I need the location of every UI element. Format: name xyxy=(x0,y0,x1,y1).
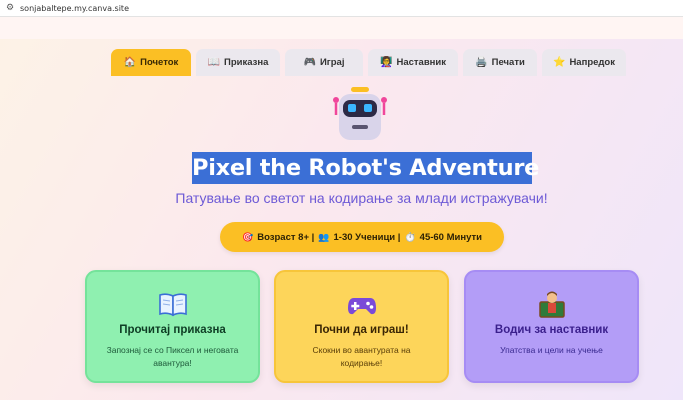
open-book-icon xyxy=(158,293,187,317)
tab-label: Почеток xyxy=(140,57,179,68)
read-story-card[interactable]: Прочитај приказна Запознај се со Пиксел … xyxy=(85,270,260,383)
book-icon: 📖 xyxy=(207,57,221,68)
tab-label: Приказна xyxy=(224,57,269,68)
page-subtitle: Патување во светот на кодирање за млади … xyxy=(175,190,548,206)
tab-print[interactable]: 🖨️ Печати xyxy=(463,49,537,76)
card-title: Почни да играш! xyxy=(314,324,409,336)
main-nav-tabs: 🏠 Почеток 📖 Приказна 🎮 Играј 👩‍🏫 Наставн… xyxy=(111,49,626,76)
tab-play[interactable]: 🎮 Играј xyxy=(285,49,363,76)
url-text[interactable]: sonjabaltepe.my.canva.site xyxy=(20,4,129,13)
tab-progress[interactable]: ⭐ Напредок xyxy=(542,49,626,76)
tab-story[interactable]: 📖 Приказна xyxy=(196,49,280,76)
card-title: Прочитај приказна xyxy=(119,324,226,336)
star-icon: ⭐ xyxy=(552,57,566,68)
time-text: 45-60 Минути xyxy=(419,231,482,243)
page-top-strip xyxy=(0,17,683,39)
teacher-guide-card[interactable]: Водич за наставник Упатства и цели на уч… xyxy=(464,270,639,383)
tab-label: Печати xyxy=(491,57,525,68)
card-title: Водич за наставник xyxy=(494,324,609,336)
tab-home[interactable]: 🏠 Почеток xyxy=(111,49,191,76)
home-icon: 🏠 xyxy=(123,57,137,68)
browser-address-bar[interactable]: ⚙ sonjabaltepe.my.canva.site xyxy=(0,0,683,17)
tab-teacher[interactable]: 👩‍🏫 Наставник xyxy=(368,49,458,76)
card-description: Скокни во авантурата на кодирање! xyxy=(312,345,411,368)
printer-icon: 🖨️ xyxy=(475,57,488,68)
card-description: Упатства и цели на учење xyxy=(500,345,603,355)
site-settings-icon[interactable]: ⚙ xyxy=(6,3,15,13)
tab-label: Наставник xyxy=(396,57,446,68)
card-description: Запознај се со Пиксел и неговата авантур… xyxy=(106,345,239,368)
game-controller-icon: 🎮 xyxy=(303,57,316,68)
teacher-icon: 👩‍🏫 xyxy=(380,57,393,68)
page-title: Pixel the Robot's Adventure xyxy=(192,152,539,184)
game-controller-icon xyxy=(347,298,376,315)
students-text: 1-30 Ученици | xyxy=(333,231,401,243)
target-icon: 🎯 xyxy=(242,231,254,242)
students-icon: 👥 xyxy=(318,231,330,242)
start-playing-card[interactable]: Почни да играш! Скокни во авантурата на … xyxy=(274,270,449,383)
tab-label: Напредок xyxy=(569,57,615,68)
tab-label: Играј xyxy=(319,57,345,68)
stopwatch-icon: ⏱️ xyxy=(404,231,416,242)
lesson-info-badge: 🎯 Возраст 8+ | 👥 1-30 Ученици | ⏱️ 45-60… xyxy=(220,222,504,252)
teacher-icon xyxy=(538,291,565,318)
age-text: Возраст 8+ | xyxy=(257,231,315,243)
robot-mascot-icon xyxy=(333,87,387,140)
